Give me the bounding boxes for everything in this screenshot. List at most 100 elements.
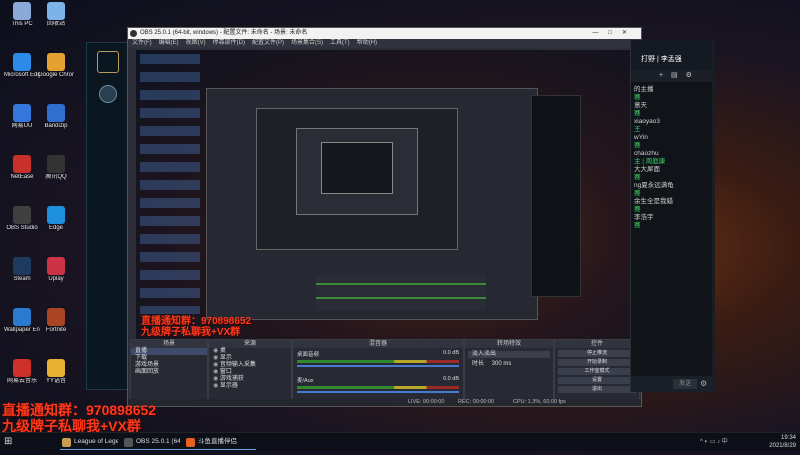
desktop-icon[interactable]: YY语音 — [38, 359, 74, 385]
chat-message: 大大犀面 — [631, 166, 713, 174]
obs-window[interactable]: OBS 25.0.1 (64-bit, windows) - 配置文件: 未命名… — [127, 27, 642, 407]
desktop-icon[interactable]: Google Chrome — [38, 53, 74, 79]
chat-message-text: 大大犀面 — [634, 166, 660, 173]
stream-overlay-text: 直播通知群：970898652 九级牌子私聊我+VX群 — [2, 402, 156, 434]
desktop-icon[interactable]: Steam — [4, 257, 40, 283]
track-name: 桌面音频 — [297, 352, 320, 358]
source-label: 显示 — [219, 355, 232, 361]
taskbar-clock[interactable]: 19:34 2021/8/29 — [769, 434, 796, 450]
start-button[interactable]: ⊞ — [4, 436, 16, 448]
league-client-window[interactable] — [86, 42, 130, 390]
chat-message: 李浩宇 — [631, 214, 713, 222]
visibility-icon[interactable]: ◉ — [213, 348, 220, 354]
window-controls[interactable]: —□✕ — [592, 28, 637, 39]
desktop-icon[interactable]: 腾讯QQ — [38, 155, 74, 181]
desktop-icon[interactable]: Bandizip — [38, 104, 74, 130]
source-label: 音频输入采集 — [219, 362, 256, 368]
duration-label: 时长 — [472, 361, 485, 367]
desktop-icon[interactable]: Edge — [38, 206, 74, 232]
volume-slider[interactable] — [297, 391, 459, 393]
chat-message-text: 赛 — [634, 174, 641, 181]
app-icon — [13, 155, 31, 173]
chat-message-text: xiaoyao3 — [634, 118, 661, 125]
league-home-icon[interactable] — [99, 85, 117, 103]
visibility-icon[interactable]: ◉ — [213, 376, 220, 382]
source-list[interactable]: ◉ 桌 ◉ 显示 ◉ 音频输入采集 ◉ 窗口 ◉ 游戏捕获 ◉ 显示器 — [209, 348, 291, 390]
obs-titlebar[interactable]: OBS 25.0.1 (64-bit, windows) - 配置文件: 未命名… — [128, 28, 641, 39]
volume-slider[interactable] — [297, 365, 459, 367]
system-tray[interactable]: ^ ◐ ▭ ♪ 中 — [700, 437, 760, 447]
transitions-dock: 转场特效 淡入淡出 时长 300 ms — [464, 339, 554, 401]
desktop-icon[interactable]: 网易云音乐 — [4, 359, 40, 385]
obs-app-icon — [130, 30, 137, 37]
duration-value[interactable]: 300 ms — [492, 361, 512, 367]
controls-header: 控件 — [555, 340, 639, 348]
chat-message-text: 余生全是我蜡 — [634, 198, 673, 205]
chat-input-area[interactable]: 发送 ⚙ — [631, 376, 713, 392]
control-button[interactable]: 开始录制 — [558, 359, 636, 366]
menu-item[interactable]: 工具(T) — [330, 40, 350, 46]
chat-message: 主 | 周庭康 — [631, 158, 713, 166]
transition-duration[interactable]: 时长 300 ms — [468, 361, 550, 368]
visibility-icon[interactable]: ◉ — [213, 362, 220, 368]
taskbar-button[interactable]: 斗鱼直播伴侣 — [184, 435, 256, 450]
chat-message: 的主播 — [631, 86, 713, 94]
chat-send-button[interactable]: 发送 — [673, 379, 697, 389]
status-live: LIVE: 00:00:00 — [408, 399, 445, 405]
control-button[interactable]: 退出 — [558, 386, 636, 393]
source-item[interactable]: ◉ 窗口 — [209, 369, 291, 376]
source-label: 窗口 — [219, 369, 232, 375]
transition-select[interactable]: 淡入淡出 — [468, 351, 550, 358]
volume-meter — [297, 386, 459, 389]
control-button[interactable]: 停止推流 — [558, 350, 636, 357]
menu-item[interactable]: 编辑(E) — [159, 40, 179, 46]
desktop-icon[interactable]: 网易UU — [4, 104, 40, 130]
mixer-track: 麦/Aux 0.0 dB — [293, 374, 463, 400]
desktop-icon-label: Edge — [48, 225, 63, 231]
chat-scrollbar[interactable] — [712, 40, 715, 392]
scene-item[interactable]: 画面回放 — [131, 369, 207, 376]
desktop-icon[interactable]: Microsoft Edge — [4, 53, 40, 79]
chat-message: 赛 — [631, 174, 713, 182]
source-item[interactable]: ◉ 显示器 — [209, 383, 291, 390]
clock-date: 2021/8/29 — [769, 443, 796, 449]
menu-item[interactable]: 帮助(H) — [357, 40, 377, 46]
windows-taskbar: ⊞ League of Legends OBS 25.0.1 (64-bi... 斗… — [0, 432, 800, 451]
source-item[interactable]: ◉ 显示 — [209, 355, 291, 362]
control-button[interactable]: 工作室模式 — [558, 368, 636, 375]
menu-item[interactable]: 停靠部件(D) — [213, 40, 245, 46]
desktop-icon[interactable]: 回收站 — [38, 2, 74, 28]
menu-item[interactable]: 配置文件(P) — [252, 40, 284, 46]
scene-item[interactable]: 直播 — [131, 348, 207, 355]
visibility-icon[interactable]: ◉ — [213, 355, 220, 361]
desktop-icon[interactable]: This PC — [4, 2, 40, 28]
menu-item[interactable]: 文件(F) — [132, 40, 152, 46]
desktop-icon[interactable]: OBS Studio — [4, 206, 40, 232]
visibility-icon[interactable]: ◉ — [213, 383, 220, 389]
menu-item[interactable]: 场景集合(S) — [291, 40, 323, 46]
scene-item[interactable]: 下载 — [131, 355, 207, 362]
desktop-icon[interactable]: Wallpaper Engine — [4, 308, 40, 334]
chat-message-text: 的主播 — [634, 86, 654, 93]
source-item[interactable]: ◉ 桌 — [209, 348, 291, 355]
desktop-icon[interactable]: Fortnite — [38, 308, 74, 334]
desktop-icon[interactable]: Uplay — [38, 257, 74, 283]
scene-item[interactable]: 游戏场景 — [131, 362, 207, 369]
menu-item[interactable]: 视图(V) — [186, 40, 206, 46]
chat-settings-icon[interactable]: ⚙ — [700, 379, 710, 389]
controls-dock: 控件 停止推流开始录制工作室模式设置退出 — [554, 339, 640, 401]
obs-preview[interactable]: 直播通知群：970898652 九级牌子私聊我+VX群 — [136, 50, 633, 355]
sources-dock: 来源 ◉ 桌 ◉ 显示 ◉ 音频输入采集 ◉ 窗口 ◉ 游戏捕获 ◉ 显示器 — [208, 339, 292, 401]
chat-message: chaozhu — [631, 150, 713, 158]
desktop-icon-label: YY语音 — [45, 378, 66, 384]
mixer-tracks: 桌面音频 0.0 dB 麦/Aux 0.0 dB — [293, 348, 463, 400]
desktop-icon[interactable]: NetEase — [4, 155, 40, 181]
chat-message: xiaoyao3 — [631, 118, 713, 126]
chat-toolbar[interactable]: + ▤ ⚙ — [631, 70, 713, 82]
chat-message: 赛 — [631, 190, 713, 198]
source-item[interactable]: ◉ 音频输入采集 — [209, 362, 291, 369]
scene-list[interactable]: 直播 下载 游戏场景 画面回放 — [131, 348, 207, 376]
control-button[interactable]: 设置 — [558, 377, 636, 384]
source-item[interactable]: ◉ 游戏捕获 — [209, 376, 291, 383]
visibility-icon[interactable]: ◉ — [213, 369, 220, 375]
